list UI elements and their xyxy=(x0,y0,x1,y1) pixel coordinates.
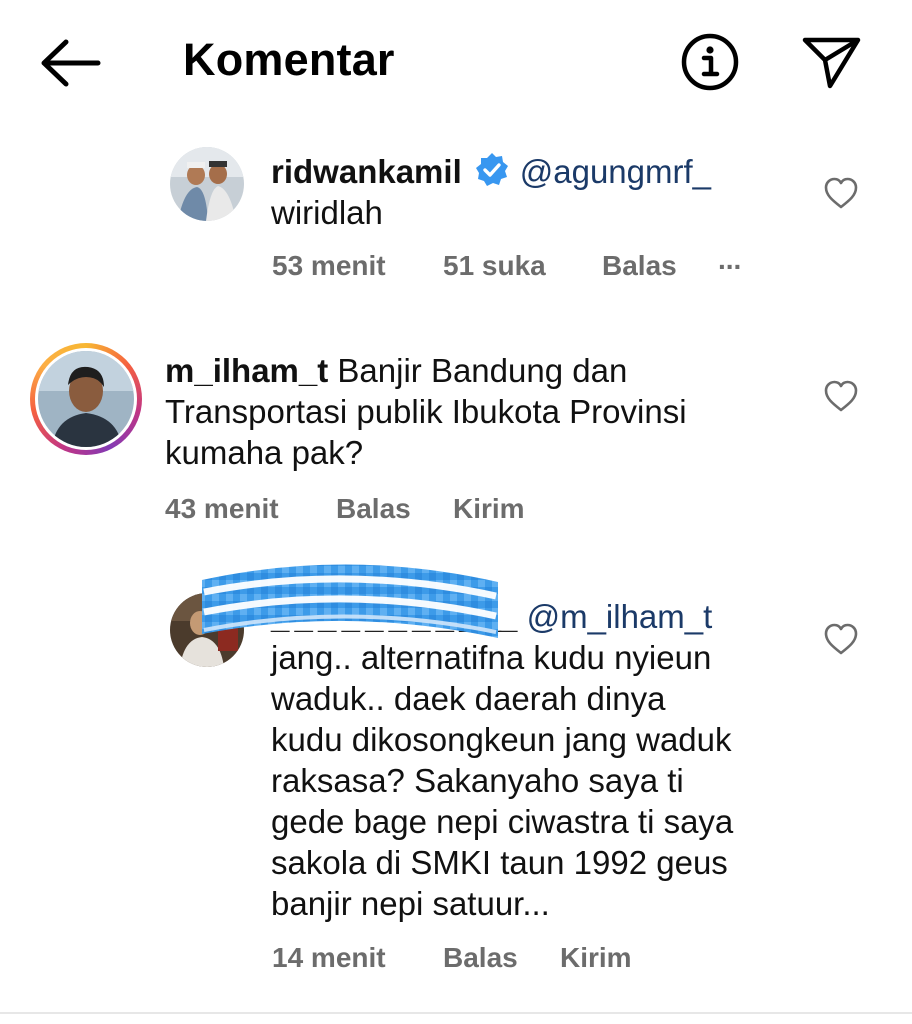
top-bar: Komentar xyxy=(0,0,912,124)
mention-link[interactable]: @agungmrf_ xyxy=(520,153,711,190)
comment-text: m_ilham_t Banjir Bandung dan Transportas… xyxy=(165,350,805,473)
comment-body-line: gede bage nepi ciwastra ti saya xyxy=(271,803,734,840)
likes-count[interactable]: 51 suka xyxy=(443,250,546,282)
reply-button[interactable]: Balas xyxy=(602,250,677,282)
comment-text: ridwankamil @agungmrf_ wiridlah xyxy=(271,151,831,233)
reply-button[interactable]: Balas xyxy=(443,942,518,974)
comment-body-line: waduk.. daek daerah dinya xyxy=(271,680,666,717)
info-icon[interactable] xyxy=(680,32,740,92)
like-heart-icon[interactable] xyxy=(823,379,859,413)
comment-body-line: banjir nepi satuur... xyxy=(271,885,550,922)
comment-body-line: kudu dikosongkeun jang waduk xyxy=(271,721,732,758)
comment-text: _ _ _ _ _ _ _ _ _ __ @m_ilham_t jang.. a… xyxy=(271,596,831,924)
comment-reply: _ _ _ _ _ _ _ _ _ __ @m_ilham_t jang.. a… xyxy=(0,585,912,1005)
back-arrow-icon[interactable] xyxy=(38,36,104,90)
comment-body-line: Transportasi publik Ibukota Provinsi xyxy=(165,393,687,430)
comment-body-line: kumaha pak? xyxy=(165,434,364,471)
mention-link[interactable]: @m_ilham_t xyxy=(527,598,713,635)
reply-button[interactable]: Balas xyxy=(336,493,411,525)
comment-body: wiridlah xyxy=(271,194,383,231)
comment-body-line: Banjir Bandung dan xyxy=(337,352,628,389)
comment-ridwankamil: ridwankamil @agungmrf_ wiridlah 53 menit… xyxy=(0,140,912,300)
more-options-button[interactable]: ... xyxy=(718,244,741,276)
comment-time: 14 menit xyxy=(272,942,386,973)
avatar[interactable] xyxy=(170,147,244,221)
comment-body-line: raksasa? Sakanyaho saya ti xyxy=(271,762,684,799)
page-title: Komentar xyxy=(183,34,395,85)
comment-m_ilham_t: m_ilham_t Banjir Bandung dan Transportas… xyxy=(0,345,912,535)
redaction-overlay xyxy=(202,564,498,638)
username[interactable]: ridwankamil xyxy=(271,153,462,190)
verified-badge-icon xyxy=(475,153,508,186)
comment-meta: 43 menit Balas Kirim xyxy=(165,493,585,527)
send-reply-button[interactable]: Kirim xyxy=(453,493,525,525)
username[interactable]: m_ilham_t xyxy=(165,352,328,389)
comment-body-line: sakola di SMKI taun 1992 geus xyxy=(271,844,728,881)
send-reply-button[interactable]: Kirim xyxy=(560,942,632,974)
comment-meta: 53 menit 51 suka Balas ... xyxy=(272,244,772,284)
comment-time: 43 menit xyxy=(165,493,279,524)
comment-time: 53 menit xyxy=(272,250,386,281)
send-icon[interactable] xyxy=(800,34,862,90)
like-heart-icon[interactable] xyxy=(823,176,859,210)
comment-meta: 14 menit Balas Kirim xyxy=(272,942,692,976)
divider xyxy=(0,1012,912,1014)
like-heart-icon[interactable] xyxy=(823,622,859,656)
